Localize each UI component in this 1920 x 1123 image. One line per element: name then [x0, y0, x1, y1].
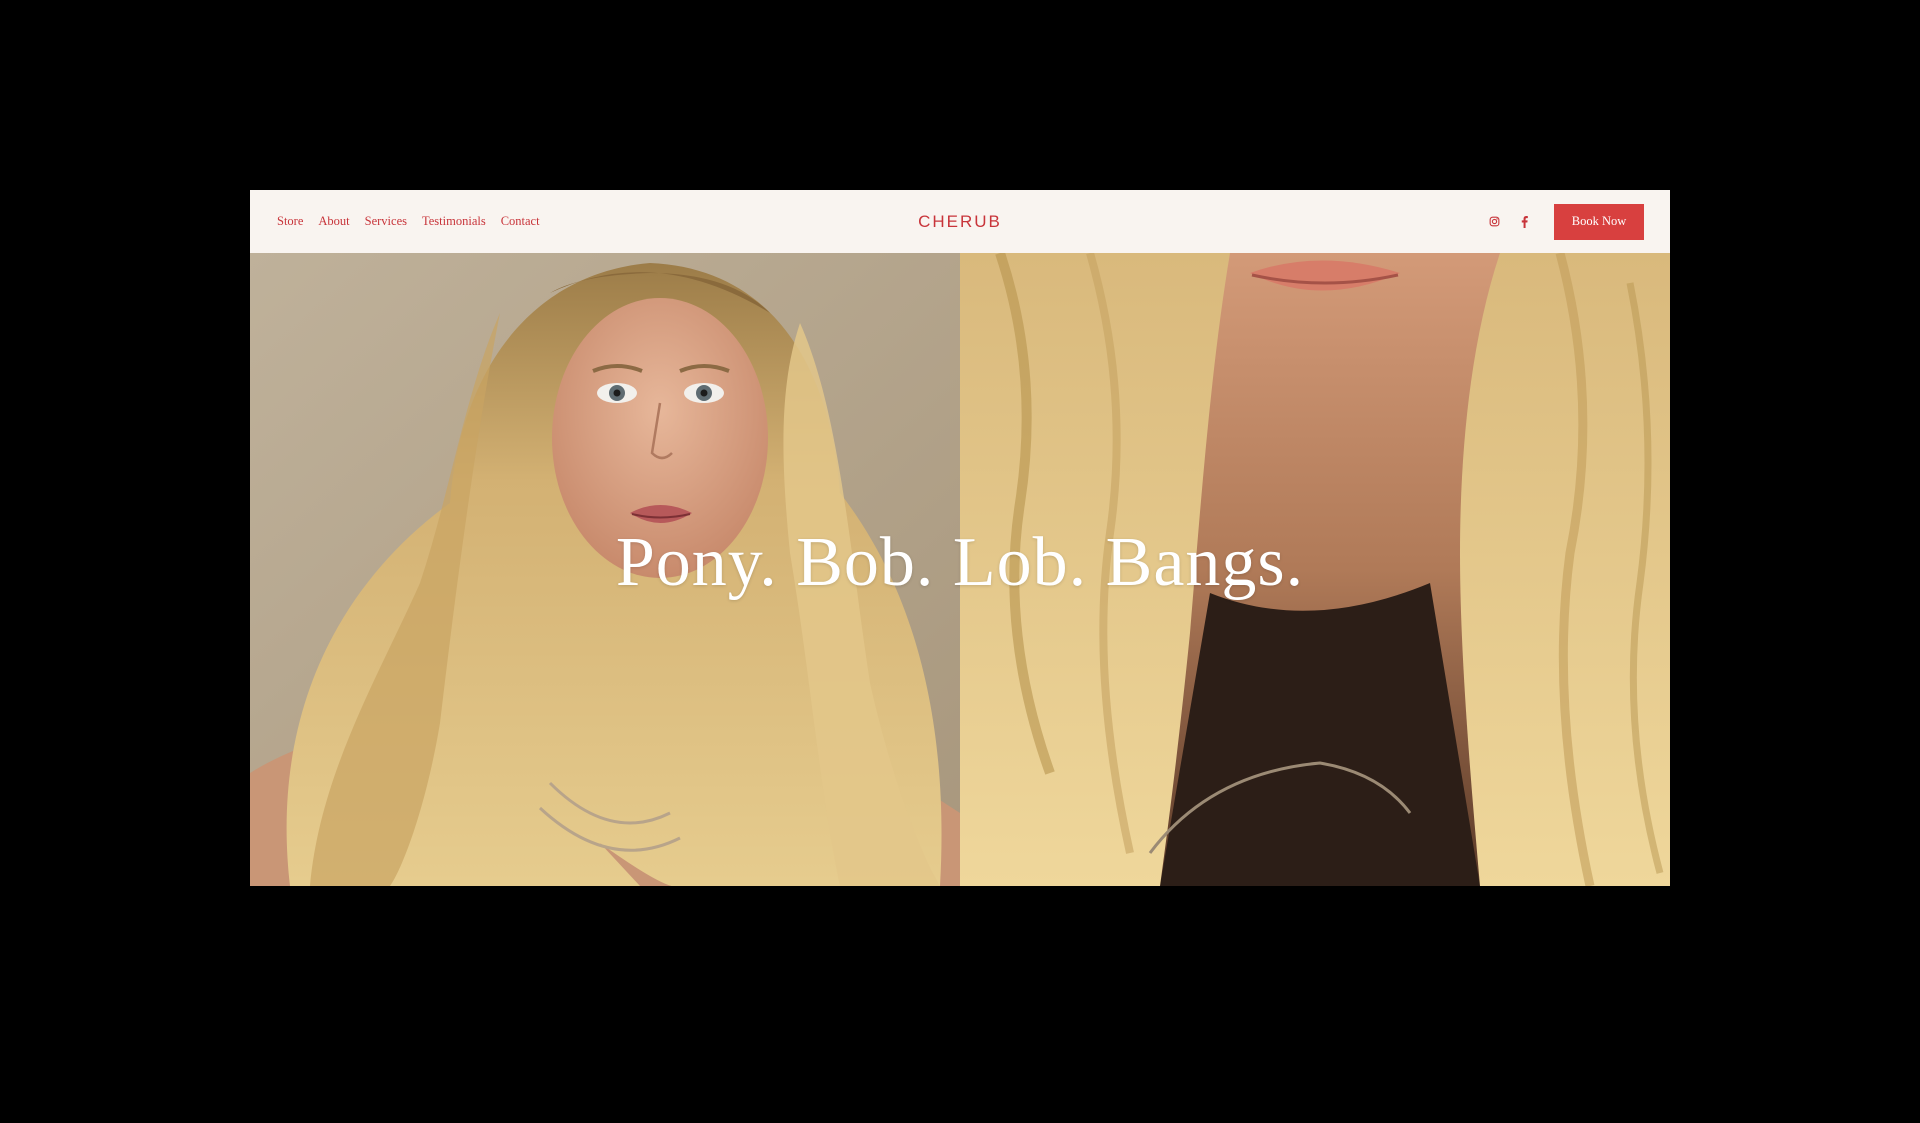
facebook-icon[interactable] — [1516, 214, 1532, 230]
hero-section: Pony. Bob. Lob. Bangs. — [250, 253, 1670, 886]
nav-testimonials-link[interactable]: Testimonials — [422, 214, 486, 229]
website-frame: Store About Services Testimonials Contac… — [250, 190, 1670, 886]
main-nav: Store About Services Testimonials Contac… — [277, 190, 540, 253]
hero-headline: Pony. Bob. Lob. Bangs. — [615, 524, 1305, 601]
nav-about-link[interactable]: About — [318, 214, 349, 229]
header-tools: Book Now — [1486, 190, 1644, 253]
nav-store-link[interactable]: Store — [277, 214, 303, 229]
site-logo[interactable]: CHERUB — [918, 212, 1002, 232]
nav-contact-link[interactable]: Contact — [501, 214, 540, 229]
book-now-button[interactable]: Book Now — [1554, 203, 1644, 240]
site-header: Store About Services Testimonials Contac… — [250, 190, 1670, 253]
nav-services-link[interactable]: Services — [365, 214, 407, 229]
instagram-icon[interactable] — [1486, 214, 1502, 230]
